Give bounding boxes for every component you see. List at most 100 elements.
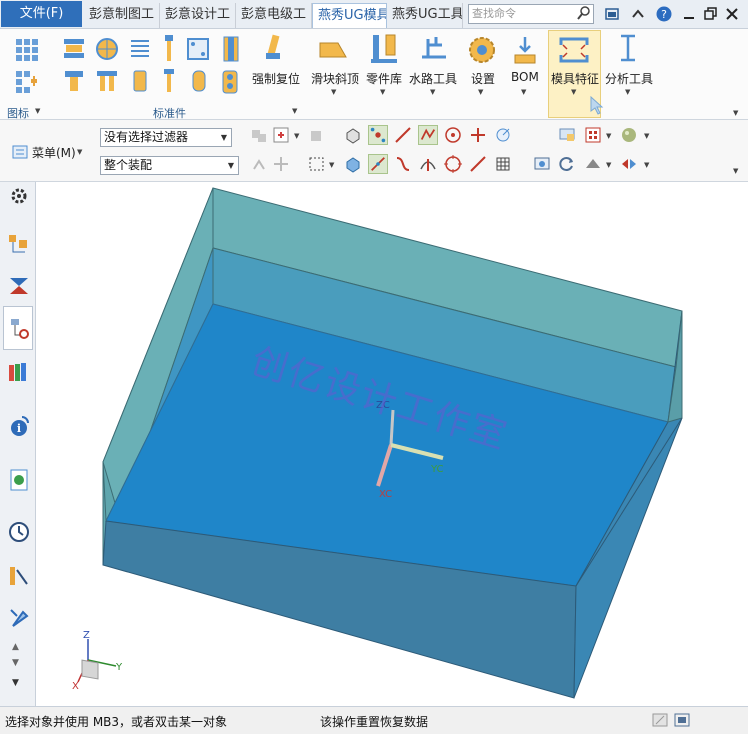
roles-icon[interactable] [7, 606, 31, 630]
parting-lock-icon[interactable] [220, 69, 240, 95]
graphics-viewport[interactable]: ZC XC YC Z Y X 创亿设计工作室 [36, 182, 748, 706]
cooling-tool-chevron-down-icon[interactable]: ▼ [430, 88, 435, 96]
select-feature-chevron-down-icon[interactable]: ▼ [294, 132, 299, 140]
analysis-tool-chevron-down-icon[interactable]: ▼ [625, 88, 630, 96]
snap-quadrant-icon[interactable] [493, 125, 513, 145]
slider-lifter-chevron-down-icon[interactable]: ▼ [331, 88, 336, 96]
reuse-library-icon[interactable] [7, 360, 31, 384]
bom-icon[interactable] [512, 35, 538, 65]
select-solid-blue-icon[interactable] [343, 154, 363, 174]
group-std-chevron-down-icon[interactable]: ▼ [292, 107, 297, 115]
guide-bushing-icon[interactable] [220, 35, 242, 63]
spacer-icon[interactable] [190, 69, 208, 93]
resource-bar-more-icon[interactable]: ▼ [12, 678, 19, 688]
render-style-chevron-down-icon[interactable]: ▼ [644, 132, 649, 140]
assembly-navigator-icon[interactable] [7, 232, 31, 256]
refresh-icon[interactable] [557, 154, 577, 174]
render-style-icon[interactable] [619, 125, 639, 145]
section-view-icon[interactable] [619, 154, 639, 174]
snap-circle-icon[interactable] [443, 154, 463, 174]
selection-filter-dropdown[interactable]: 没有选择过滤器 ▼ [100, 128, 232, 147]
select-body-icon[interactable] [307, 125, 327, 145]
group-label-icons[interactable]: 图标 [7, 105, 29, 121]
snap-arc-center-icon[interactable] [443, 125, 463, 145]
group-icons-chevron-down-icon[interactable]: ▼ [35, 107, 40, 115]
menu-button[interactable]: 菜单(M) [32, 144, 76, 161]
mold-feature-chevron-down-icon[interactable]: ▼ [571, 88, 576, 96]
select-ghost-icon[interactable] [249, 154, 269, 174]
restore-icon[interactable] [701, 5, 719, 23]
select-move-icon[interactable] [271, 154, 291, 174]
assembly-scope-dropdown[interactable]: 整个装配 ▼ [100, 156, 239, 175]
view-orient-icon[interactable] [583, 154, 603, 174]
mold-feature-button[interactable]: 模具特征 [551, 70, 599, 87]
snap-line-icon[interactable] [393, 125, 413, 145]
stop-pin-icon[interactable] [130, 69, 150, 93]
layer-settings-chevron-down-icon[interactable]: ▼ [606, 132, 611, 140]
snap-midpoint-icon[interactable] [368, 154, 388, 174]
settings-chevron-down-icon[interactable]: ▼ [478, 88, 483, 96]
group-label-standard-parts[interactable]: 标准件 [153, 105, 186, 121]
snap-polyline-icon[interactable] [418, 125, 438, 145]
part-library-icon[interactable] [368, 33, 400, 65]
screen-capture-icon[interactable] [532, 154, 552, 174]
info-icon[interactable]: i [7, 414, 31, 438]
snap-on-curve-icon[interactable] [468, 154, 488, 174]
selbar-expand-chevron-down-icon[interactable]: ▼ [733, 167, 738, 175]
tab-pengyi-electrode[interactable]: 彭意电级工 [236, 3, 312, 28]
view-orient-chevron-down-icon[interactable]: ▼ [606, 161, 611, 169]
analysis-tool-icon[interactable] [617, 33, 639, 65]
resource-bar-scroll-down-icon[interactable]: ▼ [12, 658, 19, 668]
minimize-icon[interactable] [680, 5, 698, 23]
guide-pin-icon[interactable] [95, 69, 119, 93]
constraint-navigator-icon[interactable] [7, 274, 31, 298]
mold-feature-icon[interactable] [557, 35, 591, 65]
slider-lifter-icon[interactable] [318, 35, 350, 65]
tab-pengyi-design[interactable]: 彭意设计工 [160, 3, 236, 28]
select-solid-icon[interactable] [343, 125, 363, 145]
part-library-button[interactable]: 零件库 [366, 70, 402, 87]
grid-icon[interactable] [14, 37, 40, 63]
support-plate-icon[interactable] [186, 37, 210, 61]
tab-yanxiu-tools[interactable]: 燕秀UG工具 [387, 3, 463, 28]
search-icon[interactable] [576, 5, 592, 21]
snap-endpoint-icon[interactable] [368, 125, 388, 145]
cooling-tool-button[interactable]: 水路工具 [409, 70, 457, 87]
show-hide-icon[interactable] [557, 125, 577, 145]
rectangle-select-icon[interactable] [307, 154, 327, 174]
process-studio-icon[interactable] [7, 564, 31, 588]
snap-grid-icon[interactable] [493, 154, 513, 174]
snap-point-icon[interactable] [468, 125, 488, 145]
file-menu-tab[interactable]: 文件(F) [1, 1, 82, 27]
close-icon[interactable] [723, 5, 741, 23]
tab-pengyi-drawing[interactable]: 彭意制图工 [84, 3, 160, 28]
select-feature-icon[interactable] [271, 125, 291, 145]
history-clock-icon[interactable] [7, 520, 31, 544]
spring-icon[interactable] [128, 37, 152, 61]
menu-icon[interactable] [11, 143, 29, 161]
snap-intersection-icon[interactable] [418, 154, 438, 174]
snap-curve-icon[interactable] [393, 154, 413, 174]
slider-lifter-button[interactable]: 滑块斜顶 [311, 70, 359, 87]
section-view-chevron-down-icon[interactable]: ▼ [644, 161, 649, 169]
sprue-bushing-icon[interactable] [62, 69, 86, 93]
cooling-tool-icon[interactable] [418, 33, 450, 65]
tab-yanxiu-mold[interactable]: 燕秀UG模具 [312, 3, 387, 28]
menu-chevron-down-icon[interactable]: ▼ [77, 148, 82, 156]
resource-bar-scroll-up-icon[interactable]: ▲ [12, 642, 19, 652]
status-fullscreen-icon[interactable] [674, 712, 690, 728]
ribbon-expand-chevron-down-icon[interactable]: ▼ [733, 109, 738, 117]
analysis-tool-button[interactable]: 分析工具 [605, 70, 653, 87]
layer-settings-icon[interactable] [583, 125, 603, 145]
gear-icon[interactable] [7, 184, 31, 208]
chevron-up-icon[interactable] [629, 5, 647, 23]
rectangle-select-chevron-down-icon[interactable]: ▼ [329, 161, 334, 169]
window-icon[interactable] [603, 5, 621, 23]
screw-icon[interactable] [160, 67, 178, 95]
web-browser-icon[interactable] [7, 468, 31, 492]
settings-button[interactable]: 设置 [471, 70, 495, 87]
mold-base-icon[interactable] [62, 37, 86, 61]
bom-button[interactable]: BOM [511, 70, 539, 84]
grid-add-icon[interactable] [14, 69, 40, 95]
force-reset-button[interactable]: 强制复位 [252, 70, 300, 87]
